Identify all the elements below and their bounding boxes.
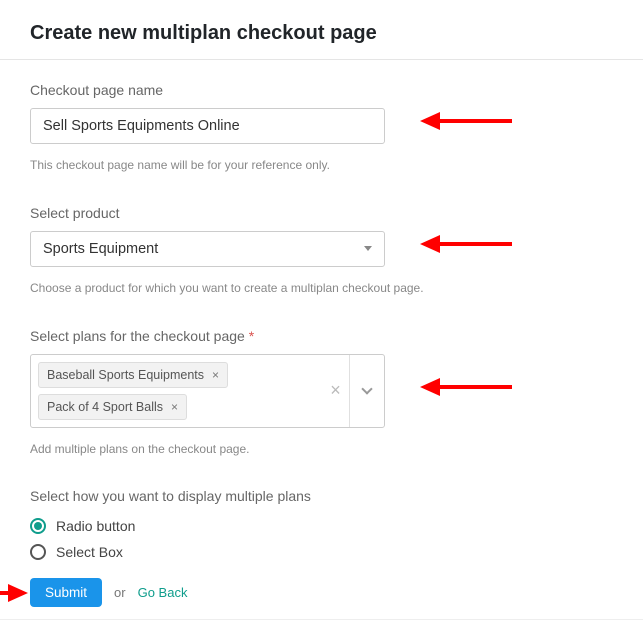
page-title: Create new multiplan checkout page (30, 22, 613, 45)
annotation-arrow (420, 378, 512, 396)
multiselect-toggle[interactable] (350, 355, 384, 427)
or-text: or (114, 585, 126, 600)
select-product-value: Sports Equipment (43, 241, 158, 257)
plan-chip-label: Pack of 4 Sport Balls (47, 400, 163, 414)
select-product-dropdown[interactable]: Sports Equipment (30, 231, 385, 267)
plan-chip: Pack of 4 Sport Balls × (38, 394, 187, 420)
required-mark: * (249, 328, 254, 344)
group-display-style: Select how you want to display multiple … (30, 488, 613, 560)
checkout-name-hint: This checkout page name will be for your… (30, 154, 613, 177)
checkout-name-input[interactable] (30, 108, 385, 144)
select-plans-hint: Add multiple plans on the checkout page. (30, 438, 613, 461)
select-product-hint: Choose a product for which you want to c… (30, 277, 613, 300)
radio-label: Radio button (56, 518, 135, 534)
selected-plan-chips: Baseball Sports Equipments×Pack of 4 Spo… (31, 355, 322, 427)
chevron-down-icon (361, 383, 372, 394)
select-plans-label: Select plans for the checkout page * (30, 328, 613, 344)
annotation-arrow (0, 584, 28, 602)
clear-selection-button[interactable]: × (322, 355, 350, 427)
remove-chip-icon[interactable]: × (171, 401, 178, 413)
annotation-arrow (420, 112, 512, 130)
divider (0, 619, 643, 620)
group-select-plans: Select plans for the checkout page * Bas… (30, 328, 613, 461)
form-actions: Submit or Go Back (30, 578, 613, 607)
radio-label: Select Box (56, 544, 123, 560)
select-plans-label-text: Select plans for the checkout page (30, 328, 249, 344)
divider (0, 59, 643, 60)
display-style-label: Select how you want to display multiple … (30, 488, 613, 504)
select-plans-multiselect[interactable]: Baseball Sports Equipments×Pack of 4 Spo… (30, 354, 385, 428)
display-option-radio-button[interactable]: Radio button (30, 518, 613, 534)
select-product-label: Select product (30, 205, 613, 221)
go-back-link[interactable]: Go Back (138, 585, 188, 600)
plan-chip-label: Baseball Sports Equipments (47, 368, 204, 382)
submit-button[interactable]: Submit (30, 578, 102, 607)
radio-icon (30, 544, 46, 560)
radio-icon (30, 518, 46, 534)
display-option-select-box[interactable]: Select Box (30, 544, 613, 560)
checkout-name-label: Checkout page name (30, 82, 613, 98)
group-select-product: Select product Sports Equipment Choose a… (30, 205, 613, 300)
caret-down-icon (364, 246, 372, 251)
remove-chip-icon[interactable]: × (212, 369, 219, 381)
plan-chip: Baseball Sports Equipments × (38, 362, 228, 388)
annotation-arrow (420, 235, 512, 253)
group-checkout-name: Checkout page name This checkout page na… (30, 82, 613, 177)
